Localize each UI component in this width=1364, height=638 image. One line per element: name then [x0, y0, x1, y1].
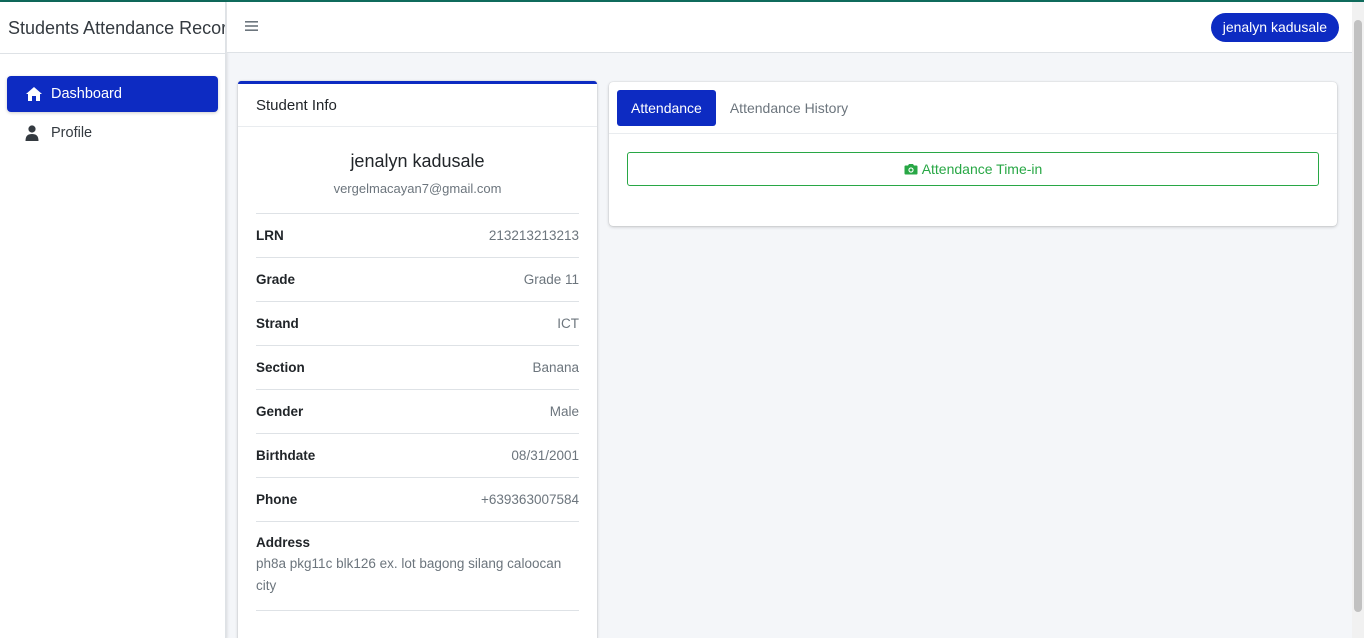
sidebar-nav: Dashboard Profile	[0, 54, 225, 151]
info-value: 213213213213	[488, 228, 579, 243]
info-value: +639363007584	[481, 492, 579, 507]
attendance-timein-button[interactable]: Attendance Time-in	[627, 152, 1319, 186]
info-list: LRN 213213213213 Grade Grade 11 Strand I…	[256, 213, 579, 611]
info-label: Strand	[256, 316, 299, 331]
info-row-gender: Gender Male	[256, 390, 579, 434]
attendance-card: Attendance Attendance History Attendance…	[609, 82, 1337, 226]
info-row-lrn: LRN 213213213213	[256, 214, 579, 258]
tab-attendance-history[interactable]: Attendance History	[716, 90, 862, 126]
info-row-strand: Strand ICT	[256, 302, 579, 346]
info-label: Phone	[256, 492, 298, 507]
page-scrollbar[interactable]	[1352, 2, 1364, 638]
student-name: jenalyn kadusale	[350, 151, 485, 171]
user-icon	[25, 125, 51, 141]
info-label: Birthdate	[256, 448, 316, 463]
home-icon	[25, 86, 51, 102]
info-label: Gender	[256, 404, 304, 419]
hamburger-icon[interactable]	[245, 16, 259, 37]
info-value: ph8a pkg11c blk126 ex. lot bagong silang…	[256, 556, 562, 593]
timein-label: Attendance Time-in	[921, 161, 1043, 177]
tab-attendance[interactable]: Attendance	[617, 90, 716, 126]
info-label: Grade	[256, 272, 296, 287]
info-value: Grade 11	[523, 272, 579, 287]
sidebar-item-dashboard[interactable]: Dashboard	[7, 76, 218, 112]
info-label: LRN	[256, 228, 284, 243]
top-navbar: jenalyn kadusale	[227, 2, 1352, 53]
attendance-tabs: Attendance Attendance History	[609, 82, 1337, 134]
camera-icon	[904, 163, 918, 175]
sidebar-item-label: Dashboard	[51, 86, 122, 102]
sidebar-item-profile[interactable]: Profile	[7, 115, 218, 151]
info-value: 08/31/2001	[511, 448, 579, 463]
info-row-address: Address ph8a pkg11c blk126 ex. lot bagon…	[256, 522, 579, 611]
sidebar-item-label: Profile	[51, 125, 93, 141]
info-row-birthdate: Birthdate 08/31/2001	[256, 434, 579, 478]
scrollbar-thumb[interactable]	[1354, 20, 1362, 612]
info-value: Banana	[532, 360, 579, 375]
info-value: ICT	[557, 316, 579, 331]
app-title: Students Attendance Record	[0, 2, 225, 54]
info-label: Section	[256, 360, 305, 375]
student-info-card: Student Info jenalyn kadusale vergelmaca…	[238, 81, 597, 638]
card-title: Student Info	[238, 84, 597, 127]
info-label: Address	[256, 535, 311, 550]
user-menu-button[interactable]: jenalyn kadusale	[1210, 13, 1339, 42]
sidebar: Students Attendance Record Dashboard Pro…	[0, 2, 226, 638]
info-value: Male	[549, 404, 579, 419]
info-row-phone: Phone +639363007584	[256, 478, 579, 522]
info-row-section: Section Banana	[256, 346, 579, 390]
student-email: vergelmacayan7@gmail.com	[333, 181, 502, 196]
info-row-grade: Grade Grade 11	[256, 258, 579, 302]
